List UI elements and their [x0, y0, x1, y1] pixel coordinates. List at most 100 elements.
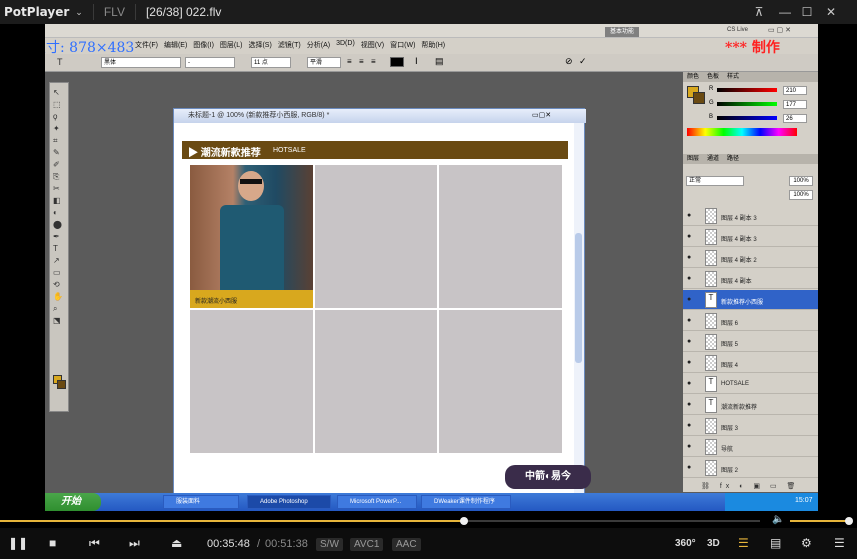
- align-left-icon[interactable]: ≡: [347, 57, 352, 66]
- visibility-eye-icon[interactable]: ●: [687, 443, 691, 450]
- commit-icon[interactable]: ✓: [579, 56, 587, 67]
- video-codec-tag[interactable]: AVC1: [350, 538, 384, 551]
- ps-menu-item[interactable]: 编辑(E): [164, 40, 187, 50]
- color-channel-slider[interactable]: [717, 102, 777, 106]
- fill-field[interactable]: 100%: [789, 190, 813, 200]
- volume-handle[interactable]: [844, 517, 853, 525]
- layer-row[interactable]: ● 图层 5: [683, 332, 818, 352]
- color-channel-value[interactable]: 210: [783, 86, 807, 95]
- previous-icon[interactable]: ⏮: [89, 536, 100, 551]
- color-panel-tabs[interactable]: 颜色 色板 样式: [683, 72, 818, 82]
- taskbar-item[interactable]: 服装面料: [163, 495, 239, 509]
- visibility-eye-icon[interactable]: ●: [687, 380, 691, 387]
- visibility-eye-icon[interactable]: ●: [687, 422, 691, 429]
- seek-bar[interactable]: 🔈: [0, 514, 857, 528]
- pin-icon[interactable]: ⊼: [750, 3, 768, 21]
- ps-menu-item[interactable]: 帮助(H): [421, 40, 445, 50]
- ps-menu-item[interactable]: 3D(D): [336, 40, 355, 50]
- visibility-eye-icon[interactable]: ●: [687, 233, 691, 240]
- visibility-eye-icon[interactable]: ●: [687, 464, 691, 471]
- warp-text-icon[interactable]: Ⅰ: [415, 56, 418, 67]
- stop-icon[interactable]: ■: [49, 536, 56, 550]
- eject-icon[interactable]: ⏏: [171, 536, 182, 550]
- align-right-icon[interactable]: ≡: [371, 57, 376, 66]
- layer-row[interactable]: ● 图层 4 副本: [683, 269, 818, 289]
- layer-row[interactable]: ● T 新款推荐小西服: [683, 290, 818, 310]
- layer-row[interactable]: ● 图层 2: [683, 458, 818, 478]
- color-swatch-bg[interactable]: [693, 92, 705, 104]
- color-panel-tab[interactable]: 颜色: [687, 74, 699, 80]
- ps-menu-item[interactable]: 滤镜(T): [278, 40, 301, 50]
- layers-footer-icons[interactable]: ⛓ fx ◐ ▣ ▭ 🗑: [701, 482, 799, 490]
- layer-row[interactable]: ● 图层 4 副本 3: [683, 227, 818, 247]
- text-color-swatch[interactable]: [390, 57, 404, 67]
- vertical-scrollbar[interactable]: [574, 123, 584, 509]
- layer-row[interactable]: ● 图层 3: [683, 416, 818, 436]
- color-channel-slider[interactable]: [717, 116, 777, 120]
- ps-menu-item[interactable]: 选择(S): [248, 40, 271, 50]
- taskbar-item[interactable]: DWeaker课件制作程序: [421, 495, 511, 509]
- ps-menu-item[interactable]: 图像(I): [193, 40, 214, 50]
- font-style-select[interactable]: -: [185, 57, 235, 68]
- menu-icon[interactable]: ☰: [834, 536, 845, 550]
- color-panel-tab[interactable]: 样式: [727, 74, 739, 80]
- character-panel-icon[interactable]: ▤: [435, 56, 444, 67]
- pause-icon[interactable]: ❚❚: [8, 536, 28, 550]
- layer-row[interactable]: ● 导航: [683, 437, 818, 457]
- visibility-eye-icon[interactable]: ●: [687, 296, 691, 303]
- ps-menu-item[interactable]: 视图(V): [361, 40, 384, 50]
- align-center-icon[interactable]: ≡: [359, 57, 364, 66]
- close-icon[interactable]: ✕: [822, 3, 840, 21]
- visibility-eye-icon[interactable]: ●: [687, 275, 691, 282]
- color-panel-tab[interactable]: 色板: [707, 74, 719, 80]
- video-frame[interactable]: 文件(F) 编辑(E) 图像(I) 图层(L) 选择(S) 滤镜(T) 分析(A) 3D(D)…: [45, 24, 818, 511]
- workspace-button[interactable]: 基本功能: [605, 27, 639, 37]
- app-logo[interactable]: PotPlayer: [0, 5, 69, 19]
- decoder-tag[interactable]: S/W: [316, 538, 343, 551]
- ps-menu-item[interactable]: 窗口(W): [390, 40, 415, 50]
- start-button[interactable]: 开始: [45, 493, 101, 511]
- product-image[interactable]: [190, 165, 313, 290]
- 360-button[interactable]: 360°: [675, 538, 696, 549]
- ps-menu-item[interactable]: 文件(F): [135, 40, 158, 50]
- settings-gear-icon[interactable]: ⚙: [801, 536, 812, 550]
- color-spectrum[interactable]: [687, 128, 797, 136]
- next-icon[interactable]: ⏭: [129, 536, 140, 551]
- playlist-icon[interactable]: ▤: [770, 536, 781, 550]
- font-family-select[interactable]: 黑体: [101, 57, 181, 68]
- blend-mode-select[interactable]: 正常: [686, 176, 744, 186]
- playlist-search-icon[interactable]: ☰: [738, 536, 749, 550]
- 3d-button[interactable]: 3D: [707, 538, 720, 549]
- visibility-eye-icon[interactable]: ●: [687, 401, 691, 408]
- opacity-field[interactable]: 100%: [789, 176, 813, 186]
- ps-menu-item[interactable]: 图层(L): [220, 40, 243, 50]
- taskbar-item[interactable]: Microsoft PowerP...: [337, 495, 417, 509]
- cancel-icon[interactable]: ⊘: [565, 56, 573, 67]
- cs-live-button[interactable]: CS Live: [727, 27, 748, 33]
- layers-panel-tabs[interactable]: 图层 通道 路径: [683, 154, 818, 164]
- font-size-select[interactable]: 11 点: [251, 57, 291, 68]
- layer-row[interactable]: ● 图层 4 副本 2: [683, 248, 818, 268]
- layer-row[interactable]: ● 图层 4 副本 3: [683, 206, 818, 226]
- ps-menu-item[interactable]: 分析(A): [307, 40, 330, 50]
- visibility-eye-icon[interactable]: ●: [687, 254, 691, 261]
- color-channel-slider[interactable]: [717, 88, 777, 92]
- tool-icons[interactable]: ↖ ⬚ ϙ ✦ ⌗ ✎ ✐ ⎘ ✂ ◧ ◐ ⬤ ✒ T ↗ ▭ ⟲ ✋ ⌕ ⬔: [53, 87, 65, 327]
- layer-row[interactable]: ● T HOTSALE: [683, 374, 818, 394]
- text-tool-icon[interactable]: T: [57, 57, 63, 67]
- ps-window-buttons[interactable]: ▭ ▢ ✕: [768, 26, 791, 34]
- chevron-down-icon[interactable]: ⌄: [75, 7, 83, 18]
- minimize-icon[interactable]: —: [776, 3, 794, 21]
- layer-row[interactable]: ● 图层 4: [683, 353, 818, 373]
- layers-panel-tab[interactable]: 图层: [687, 156, 699, 162]
- taskbar-item[interactable]: Adobe Photoshop: [247, 495, 331, 509]
- visibility-eye-icon[interactable]: ●: [687, 317, 691, 324]
- canvas-area[interactable]: ▶ 潮流新款推荐 HOTSALE 新款潮流小西服: [180, 123, 572, 509]
- volume-icon[interactable]: 🔈: [772, 514, 784, 525]
- maximize-icon[interactable]: ☐: [798, 3, 816, 21]
- seek-handle[interactable]: [459, 517, 468, 525]
- layers-panel-tab[interactable]: 路径: [727, 156, 739, 162]
- background-color-swatch[interactable]: [57, 380, 66, 389]
- visibility-eye-icon[interactable]: ●: [687, 359, 691, 366]
- antialias-select[interactable]: 平滑: [307, 57, 341, 68]
